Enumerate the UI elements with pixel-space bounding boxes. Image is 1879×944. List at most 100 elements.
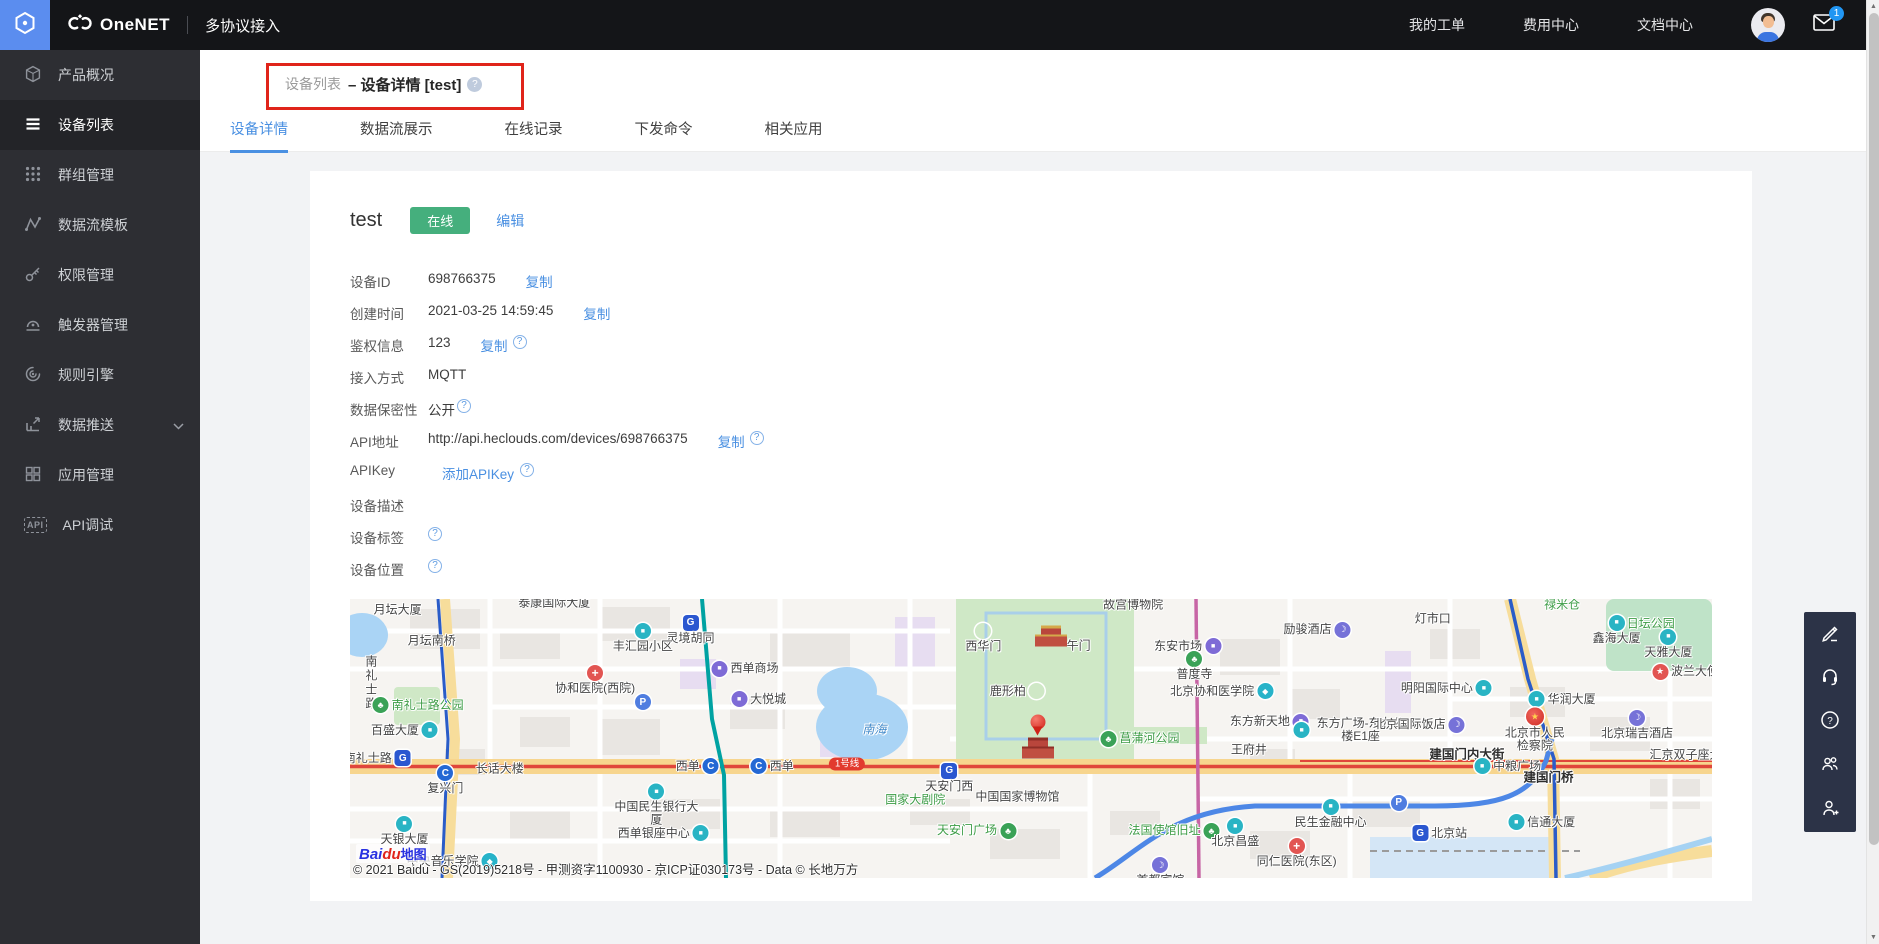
- product-switcher-button[interactable]: [0, 0, 50, 50]
- sidebar-item-api-debug[interactable]: API API调试: [0, 500, 200, 550]
- field-value: http://api.heclouds.com/devices/69876637…: [428, 431, 688, 446]
- sidebar-item-app-management[interactable]: 应用管理: [0, 450, 200, 500]
- park-icon: ♣: [1186, 651, 1202, 667]
- edit-button[interactable]: 编辑: [496, 211, 524, 231]
- sidebar: 产品概况 设备列表 群组管理 数据流模板 权限管理 触发器管理 规则引擎 数据: [0, 50, 200, 944]
- copy-button[interactable]: 复制: [526, 271, 553, 291]
- map-label: ♣普度寺: [1176, 651, 1212, 681]
- help-icon[interactable]: ?: [513, 335, 527, 349]
- avatar-face: [1763, 16, 1774, 28]
- nav-link-docs[interactable]: 文档中心: [1637, 15, 1693, 35]
- add-user-button[interactable]: [1804, 788, 1856, 832]
- map-label: 灯市口: [1415, 612, 1451, 625]
- map-label: 天安门广场♣: [937, 823, 1016, 839]
- map-label: ■鑫海大厦: [1593, 615, 1641, 645]
- map-label: 中国国家博物馆: [975, 791, 1059, 804]
- copy-button[interactable]: 复制: [583, 303, 610, 323]
- map-pin: [1030, 714, 1045, 729]
- tab-related-apps[interactable]: 相关应用: [765, 118, 823, 153]
- baidu-map[interactable]: 月坛大厦泰康国际大厦G灵境胡同故宫博物院灯市口禄米仓日坛公园月坛南桥■丰汇园小区…: [350, 599, 1712, 878]
- help-button[interactable]: ?: [1804, 700, 1856, 744]
- scrollbar-thumb[interactable]: [1869, 13, 1879, 845]
- nav-link-billing[interactable]: 费用中心: [1523, 15, 1579, 35]
- list-icon: [24, 115, 42, 136]
- tab-send-command[interactable]: 下发命令: [635, 118, 693, 153]
- field-label: 鉴权信息: [350, 335, 428, 355]
- tabs: 设备详情 数据流展示 在线记录 下发命令 相关应用: [200, 118, 1879, 153]
- map-label: 西华门: [965, 623, 1001, 653]
- help-icon[interactable]: ?: [428, 559, 442, 573]
- tab-datastream-display[interactable]: 数据流展示: [360, 118, 433, 153]
- hotel-icon: ☽: [1152, 857, 1168, 873]
- map-label: G天安门西: [925, 763, 973, 793]
- sidebar-item-permission-management[interactable]: 权限管理: [0, 250, 200, 300]
- copy-button[interactable]: 复制: [718, 431, 745, 451]
- vertical-scrollbar[interactable]: ▲ ▼: [1866, 0, 1879, 944]
- apps-icon: [24, 465, 42, 486]
- onenet-logo[interactable]: OneNET: [66, 14, 170, 37]
- map-label: ■华润大厦: [1529, 691, 1596, 707]
- tab-online-records[interactable]: 在线记录: [505, 118, 563, 153]
- content-area: test 在线 编辑 设备ID 698766375 复制 创建时间 2021-0…: [200, 152, 1879, 944]
- map-label: ☽北京瑞吉酒店: [1601, 710, 1673, 740]
- mail-button[interactable]: 1: [1813, 14, 1835, 36]
- map-label: 西单银座中心■: [618, 825, 709, 841]
- field-row-device-id: 设备ID 698766375 复制: [350, 271, 1712, 303]
- avatar[interactable]: [1751, 8, 1785, 42]
- sidebar-item-group-management[interactable]: 群组管理: [0, 150, 200, 200]
- sidebar-item-label: API调试: [63, 515, 114, 535]
- hotel-icon: ☽: [1449, 717, 1465, 733]
- field-row-device-location: 设备位置 ?: [350, 559, 1712, 591]
- onenet-mark-icon: [66, 14, 94, 37]
- feedback-button[interactable]: [1804, 612, 1856, 656]
- device-name: test: [350, 209, 382, 232]
- breadcrumb-parent[interactable]: 设备列表: [285, 74, 341, 94]
- grid-dots-icon: [24, 165, 42, 186]
- help-icon[interactable]: ?: [457, 399, 471, 413]
- sidebar-item-trigger-management[interactable]: 触发器管理: [0, 300, 200, 350]
- support-button[interactable]: [1804, 656, 1856, 700]
- map-label: 午门: [1067, 640, 1091, 653]
- scroll-down-arrow[interactable]: ▼: [1867, 931, 1879, 944]
- map-label: 长话大楼: [476, 763, 524, 776]
- nav-link-tickets[interactable]: 我的工单: [1409, 15, 1465, 35]
- breadcrumb-help-icon[interactable]: ?: [467, 77, 482, 92]
- map-label: C西单: [751, 758, 794, 774]
- app-title: 多协议接入: [205, 15, 280, 36]
- tab-device-detail[interactable]: 设备详情: [230, 118, 288, 153]
- metro-icon: G: [395, 750, 411, 766]
- float-toolbar: ?: [1804, 612, 1856, 832]
- sidebar-item-data-push[interactable]: 数据推送: [0, 400, 200, 450]
- museum-icon: [1029, 683, 1045, 699]
- sidebar-item-rules-engine[interactable]: 规则引擎: [0, 350, 200, 400]
- map-label: 月坛南桥: [408, 634, 456, 647]
- scroll-up-arrow[interactable]: ▲: [1867, 0, 1879, 13]
- add-apikey-link[interactable]: 添加APIKey: [442, 463, 514, 483]
- help-icon[interactable]: ?: [750, 431, 764, 445]
- community-button[interactable]: [1804, 744, 1856, 788]
- hotel-icon: ☽: [1629, 710, 1645, 726]
- school-icon: ◆: [1257, 683, 1273, 699]
- sidebar-item-device-list[interactable]: 设备列表: [0, 100, 200, 150]
- building-icon: ■: [648, 784, 664, 800]
- help-icon[interactable]: ?: [428, 527, 442, 541]
- api-icon: API: [24, 517, 47, 533]
- svg-text:?: ?: [1827, 716, 1833, 727]
- help-icon[interactable]: ?: [520, 463, 534, 477]
- building-icon: ■: [635, 623, 651, 639]
- field-label: 设备标签: [350, 527, 428, 547]
- device-fields: 设备ID 698766375 复制 创建时间 2021-03-25 14:59:…: [350, 271, 1712, 591]
- sidebar-item-datastream-template[interactable]: 数据流模板: [0, 200, 200, 250]
- copy-button[interactable]: 复制: [481, 335, 508, 355]
- hexagon-logo-icon: [12, 10, 38, 41]
- sidebar-item-product-overview[interactable]: 产品概况: [0, 50, 200, 100]
- building-icon: ■: [1529, 691, 1545, 707]
- metro2-icon: C: [703, 758, 719, 774]
- push-icon: [24, 415, 42, 436]
- sidebar-item-label: 规则引擎: [58, 365, 114, 385]
- map-label: ■丰汇园小区: [613, 623, 673, 653]
- sidebar-item-label: 数据推送: [58, 415, 114, 435]
- building-icon: ■: [422, 722, 438, 738]
- user-plus-icon: [1820, 798, 1840, 823]
- map-attribution: © 2021 Baidu - GS(2019)5218号 - 甲测资字11009…: [353, 859, 858, 878]
